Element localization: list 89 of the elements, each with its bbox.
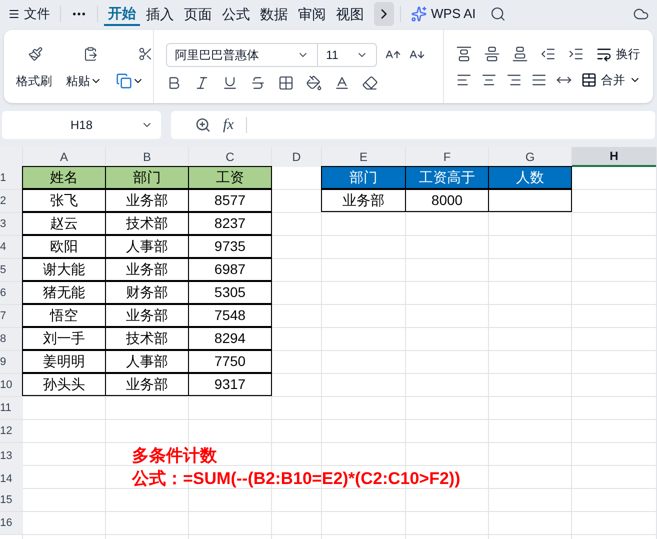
font-size-dropdown[interactable]: 11 bbox=[318, 44, 376, 66]
zoom-icon[interactable] bbox=[195, 117, 211, 133]
align-bottom-icon[interactable] bbox=[512, 46, 528, 62]
row-header[interactable]: 3 bbox=[0, 213, 23, 235]
table-cell: 6987 bbox=[188, 258, 272, 281]
table-cell: 刘一手 bbox=[22, 327, 106, 350]
table-cell: 赵云 bbox=[22, 212, 106, 235]
table-cell: 7750 bbox=[188, 350, 272, 373]
header-cell: 人数 bbox=[488, 166, 572, 189]
table-cell: 9735 bbox=[188, 235, 272, 258]
row-header[interactable]: 16 bbox=[0, 512, 23, 534]
row-header[interactable]: 10 bbox=[0, 374, 23, 396]
name-box[interactable]: H18 bbox=[2, 111, 161, 139]
fill-color-icon[interactable] bbox=[306, 74, 322, 90]
wps-ai-button[interactable]: WPS AI bbox=[407, 4, 480, 24]
table-cell: 7548 bbox=[188, 304, 272, 327]
cloud-icon[interactable] bbox=[633, 6, 649, 22]
table-cell: 8000 bbox=[405, 189, 489, 212]
paste-button[interactable]: 粘贴 bbox=[66, 72, 102, 90]
table-cell: 财务部 bbox=[105, 281, 189, 304]
table-cell: 业务部 bbox=[105, 189, 189, 212]
file-menu[interactable]: 文件 bbox=[4, 2, 54, 26]
copy-button[interactable] bbox=[116, 72, 144, 88]
menu-tab[interactable]: 审阅 bbox=[294, 2, 330, 26]
header-cell: 工资高于 bbox=[405, 166, 489, 189]
table-cell: 业务部 bbox=[105, 304, 189, 327]
table-cell: 技术部 bbox=[105, 212, 189, 235]
table-cell: 猪无能 bbox=[22, 281, 106, 304]
row-header[interactable]: 11 bbox=[0, 397, 23, 419]
table-cell: 业务部 bbox=[105, 258, 189, 281]
wrap-text-button[interactable]: 换行 bbox=[596, 44, 640, 62]
merge-icon bbox=[581, 72, 597, 88]
font-color-icon[interactable] bbox=[334, 74, 350, 90]
menu-tab[interactable]: 公式 bbox=[218, 2, 254, 26]
search-icon[interactable] bbox=[490, 6, 506, 22]
header-cell: 部门 bbox=[321, 166, 406, 189]
table-cell: 8577 bbox=[188, 189, 272, 212]
row-header[interactable]: 12 bbox=[0, 420, 23, 442]
table-cell: 悟空 bbox=[22, 304, 106, 327]
table-cell: 9317 bbox=[188, 373, 272, 396]
menu-icon bbox=[8, 8, 20, 20]
table-cell: 业务部 bbox=[105, 373, 189, 396]
header-cell: 姓名 bbox=[22, 166, 106, 189]
italic-icon[interactable] bbox=[194, 74, 210, 90]
row-header[interactable]: 6 bbox=[0, 282, 23, 304]
font-name-dropdown[interactable]: 阿里巴巴普惠体 bbox=[167, 44, 318, 66]
ai-logo-icon bbox=[411, 6, 427, 22]
table-cell: 8237 bbox=[188, 212, 272, 235]
menu-tab[interactable]: 视图 bbox=[332, 2, 368, 26]
table-cell: 张飞 bbox=[22, 189, 106, 212]
merge-button[interactable]: 合并 bbox=[581, 70, 641, 88]
table-cell: 业务部 bbox=[321, 189, 406, 212]
row-header[interactable]: 4 bbox=[0, 236, 23, 258]
column-header[interactable]: H bbox=[572, 147, 657, 167]
row-header[interactable]: 5 bbox=[0, 259, 23, 281]
table-cell: 欧阳 bbox=[22, 235, 106, 258]
table-cell: 人事部 bbox=[105, 235, 189, 258]
format-painter-button[interactable]: 格式刷 bbox=[16, 72, 52, 90]
underline-icon[interactable] bbox=[222, 74, 238, 90]
eraser-icon[interactable] bbox=[362, 74, 378, 90]
menu-tab[interactable]: 开始 bbox=[104, 2, 140, 26]
copy-icon bbox=[116, 72, 132, 88]
table-cell: 技术部 bbox=[105, 327, 189, 350]
table-cell: 姜明明 bbox=[22, 350, 106, 373]
annotation-text: 多条件计数 bbox=[132, 445, 217, 467]
row-header[interactable]: 9 bbox=[0, 351, 23, 373]
row-header[interactable]: 1 bbox=[0, 167, 23, 189]
row-header[interactable]: 15 bbox=[0, 489, 23, 511]
annotation-text: 公式：=SUM(--(B2:B10=E2)*(C2:C10>F2)) bbox=[132, 468, 460, 490]
table-cell: 8294 bbox=[188, 327, 272, 350]
wrap-icon bbox=[596, 46, 612, 62]
menu-tab[interactable]: 页面 bbox=[180, 2, 216, 26]
table-cell: 孙头头 bbox=[22, 373, 106, 396]
row-header[interactable]: 2 bbox=[0, 190, 23, 212]
align-middle-icon[interactable] bbox=[484, 46, 500, 62]
borders-icon[interactable] bbox=[278, 74, 294, 90]
scroll-right-button[interactable] bbox=[374, 2, 394, 26]
row-header[interactable]: 7 bbox=[0, 305, 23, 327]
table-cell: 5305 bbox=[188, 281, 272, 304]
menu-tab[interactable]: 数据 bbox=[256, 2, 292, 26]
strikethrough-icon[interactable] bbox=[250, 74, 266, 90]
row-header[interactable]: 8 bbox=[0, 328, 23, 350]
header-cell: 部门 bbox=[105, 166, 189, 189]
table-cell: 谢大能 bbox=[22, 258, 106, 281]
header-cell: 工资 bbox=[188, 166, 272, 189]
align-top-icon[interactable] bbox=[456, 46, 472, 62]
menu-tab[interactable]: 插入 bbox=[142, 2, 178, 26]
function-button[interactable]: fx bbox=[223, 114, 234, 136]
table-cell: 人事部 bbox=[105, 350, 189, 373]
